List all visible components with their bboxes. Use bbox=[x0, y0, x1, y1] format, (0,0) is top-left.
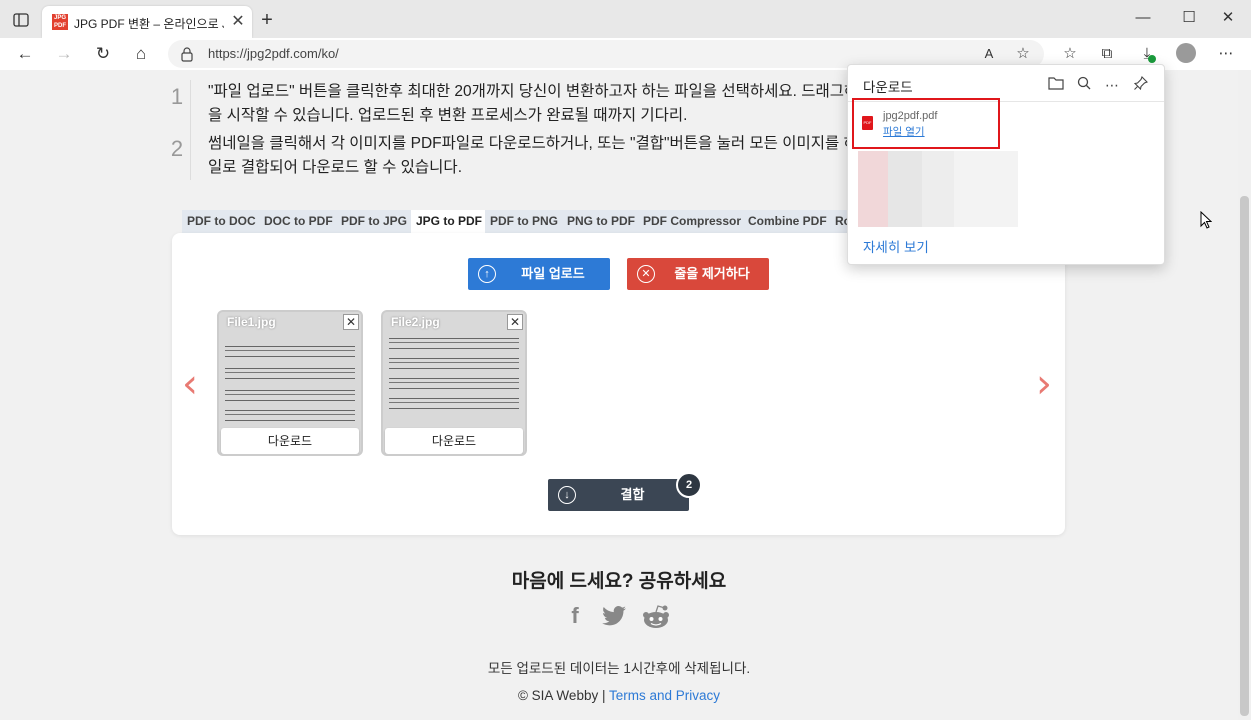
tab-pdf-to-jpg[interactable]: PDF to JPG bbox=[336, 210, 413, 233]
read-aloud-icon[interactable]: A bbox=[976, 42, 1002, 66]
page-scrollbar[interactable] bbox=[1238, 70, 1251, 720]
download-complete-icon bbox=[1148, 55, 1156, 63]
step-number: 1 bbox=[170, 84, 184, 109]
browser-tab[interactable]: JPG PDF JPG PDF 변환 – 온라인으로 JPEG ✕ bbox=[42, 6, 252, 38]
downloads-icon[interactable]: ⤓ bbox=[1134, 42, 1160, 66]
remove-file-icon[interactable]: ✕ bbox=[343, 314, 359, 330]
sheet-music-staff bbox=[389, 338, 519, 349]
file-download-button[interactable]: 다운로드 bbox=[385, 428, 523, 454]
reddit-icon[interactable] bbox=[641, 603, 671, 633]
file-thumbnail[interactable]: File1.jpg ✕ 다운로드 bbox=[217, 310, 363, 456]
file-name: File1.jpg bbox=[227, 315, 276, 329]
share-heading: 마음에 드세요? 공유하세요 bbox=[511, 571, 727, 592]
blurred-region bbox=[858, 151, 888, 227]
pin-icon[interactable] bbox=[1130, 74, 1152, 96]
open-folder-icon[interactable] bbox=[1045, 74, 1067, 96]
favorites-icon[interactable]: ☆ bbox=[1057, 42, 1083, 66]
downloads-panel: 다운로드 ⋯ PDF jpg2pdf.pdf 파일 열기 자세히 보기 bbox=[847, 64, 1165, 265]
home-icon[interactable]: ⌂ bbox=[127, 41, 155, 67]
file-name: File2.jpg bbox=[391, 315, 440, 329]
blurred-region bbox=[954, 151, 1018, 227]
step-divider bbox=[190, 80, 191, 136]
scrollbar-thumb[interactable] bbox=[1240, 196, 1249, 716]
sheet-music-staff bbox=[389, 378, 519, 389]
open-file-link[interactable]: 파일 열기 bbox=[883, 124, 925, 139]
tab-combine-pdf[interactable]: Combine PDF bbox=[743, 210, 832, 233]
tab-doc-to-pdf[interactable]: DOC to PDF bbox=[259, 210, 338, 233]
title-bar: JPG PDF JPG PDF 변환 – 온라인으로 JPEG ✕ + — ☐ … bbox=[0, 0, 1251, 38]
download-item-highlight bbox=[852, 98, 1000, 149]
twitter-icon[interactable] bbox=[599, 603, 629, 633]
copyright-text: © SIA Webby | bbox=[517, 688, 606, 703]
search-icon[interactable] bbox=[1073, 74, 1095, 96]
data-deletion-note: 모든 업로드된 데이터는 1시간후에 삭제됩니다. bbox=[487, 661, 751, 676]
file-count-badge: 2 bbox=[676, 472, 702, 498]
settings-more-icon[interactable]: ⋯ bbox=[1213, 42, 1239, 66]
step-text: "파일 업로드" 버튼을 클릭한후 최대한 20개까지 당신이 변환하고자 하는… bbox=[208, 83, 906, 124]
merge-button[interactable]: ↓ 결합 bbox=[548, 479, 689, 511]
clear-x-icon: ✕ bbox=[637, 265, 655, 283]
url-text[interactable]: https://jpg2pdf.com/ko/ bbox=[208, 46, 339, 61]
copyright: © SIA Webby | Terms and Privacy bbox=[0, 688, 1238, 703]
step-divider bbox=[190, 132, 191, 180]
upload-button-label: 파일 업로드 bbox=[521, 266, 585, 281]
tab-title: JPG PDF 변환 – 온라인으로 JPEG bbox=[74, 17, 224, 31]
upload-arrow-icon: ↑ bbox=[478, 265, 496, 283]
tab-jpg-to-pdf[interactable]: JPG to PDF bbox=[411, 210, 488, 233]
merge-download-icon: ↓ bbox=[558, 486, 576, 504]
sheet-music-staff bbox=[389, 358, 519, 369]
back-icon[interactable]: ← bbox=[11, 41, 39, 67]
download-file-name[interactable]: jpg2pdf.pdf bbox=[883, 110, 937, 122]
close-window-button[interactable]: ✕ bbox=[1205, 4, 1251, 34]
tab-pdf-to-png[interactable]: PDF to PNG bbox=[485, 210, 563, 233]
file-download-button[interactable]: 다운로드 bbox=[221, 428, 359, 454]
mouse-cursor-icon bbox=[1200, 210, 1213, 229]
new-tab-button[interactable]: + bbox=[256, 9, 278, 31]
prev-arrow-icon[interactable]: ‹ bbox=[182, 361, 198, 407]
upload-button[interactable]: ↑ 파일 업로드 bbox=[468, 258, 610, 290]
step-number: 2 bbox=[170, 136, 184, 161]
jpg2pdf-favicon-icon: JPG PDF bbox=[52, 14, 68, 30]
minimize-button[interactable]: — bbox=[1120, 4, 1166, 34]
clear-queue-button[interactable]: ✕ 줄을 제거하다 bbox=[627, 258, 769, 290]
converter-card: ↑ 파일 업로드 ✕ 줄을 제거하다 ‹ › File1.jpg ✕ 다운로드 … bbox=[172, 233, 1065, 535]
add-favorite-icon[interactable]: ☆ bbox=[1010, 42, 1036, 66]
sheet-music-staff bbox=[389, 398, 519, 409]
step-text: 썸네일을 클릭해서 각 이미지를 PDF파일로 다운로드하거나, 또는 "결합"… bbox=[208, 135, 905, 176]
downloads-title: 다운로드 bbox=[863, 80, 913, 95]
tab-close-icon[interactable]: ✕ bbox=[228, 12, 248, 32]
sheet-music-staff bbox=[225, 390, 355, 401]
collections-icon[interactable]: ⧉ bbox=[1094, 42, 1120, 66]
profile-avatar[interactable] bbox=[1176, 43, 1196, 63]
file-thumbnail[interactable]: File2.jpg ✕ 다운로드 bbox=[381, 310, 527, 456]
next-arrow-icon[interactable]: › bbox=[1036, 361, 1052, 407]
tab-actions-icon[interactable] bbox=[10, 9, 32, 31]
sheet-music-staff bbox=[225, 346, 355, 357]
more-options-icon[interactable]: ⋯ bbox=[1101, 74, 1123, 96]
tab-pdf-compressor[interactable]: PDF Compressor bbox=[638, 210, 747, 233]
terms-link[interactable]: Terms and Privacy bbox=[609, 688, 720, 703]
blurred-region bbox=[922, 151, 954, 227]
remove-file-icon[interactable]: ✕ bbox=[507, 314, 523, 330]
lock-icon[interactable] bbox=[180, 46, 194, 62]
tab-pdf-to-doc[interactable]: PDF to DOC bbox=[182, 210, 261, 233]
blurred-region bbox=[888, 151, 922, 227]
sheet-music-staff bbox=[225, 410, 355, 421]
merge-button-label: 결합 bbox=[620, 487, 645, 502]
refresh-icon[interactable]: ↻ bbox=[89, 41, 117, 67]
clear-button-label: 줄을 제거하다 bbox=[674, 266, 750, 281]
forward-icon[interactable]: → bbox=[50, 41, 78, 67]
tab-png-to-pdf[interactable]: PNG to PDF bbox=[562, 210, 640, 233]
sheet-music-staff bbox=[225, 368, 355, 379]
facebook-icon[interactable]: f bbox=[560, 603, 590, 633]
pdf-file-icon: PDF bbox=[862, 116, 873, 130]
see-more-link[interactable]: 자세히 보기 bbox=[863, 236, 929, 256]
